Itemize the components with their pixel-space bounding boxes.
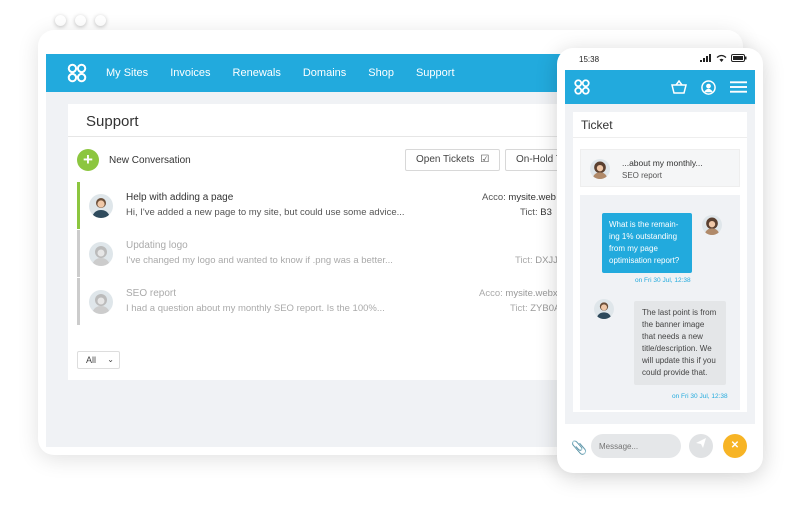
- brand-logo-icon[interactable]: [66, 62, 88, 84]
- phone-top-navigation: [565, 70, 755, 104]
- filter-select[interactable]: All ⌄: [77, 351, 120, 369]
- phone-device: 15:38 Ticket ...about my monthly... SEO …: [557, 48, 763, 473]
- customer-avatar-icon: [89, 242, 113, 266]
- ticket-info: Tict: B3: [520, 207, 552, 218]
- agent-avatar-icon: [594, 299, 614, 319]
- ticket-id: B3: [540, 207, 552, 218]
- status-time: 15:38: [579, 55, 600, 64]
- nav-renewals[interactable]: Renewals: [233, 67, 281, 79]
- nav-invoices[interactable]: Invoices: [170, 67, 210, 79]
- conversation-subject: Updating logo: [126, 240, 188, 251]
- customer-avatar-icon: [702, 215, 722, 235]
- account-value: mysite.webx: [505, 288, 558, 299]
- nav-shop[interactable]: Shop: [368, 67, 394, 79]
- account-label: Acco:: [479, 288, 503, 299]
- paperclip-icon[interactable]: 📎: [571, 440, 587, 456]
- ticket-subject[interactable]: ...about my monthly... SEO report: [580, 149, 740, 187]
- new-conversation-label: New Conversation: [109, 154, 191, 166]
- phone-nav-actions: [671, 79, 755, 95]
- hamburger-menu-icon[interactable]: [730, 80, 747, 94]
- conversation-preview: I've changed my logo and wanted to know …: [126, 255, 393, 266]
- phone-status-bar: 15:38: [557, 48, 763, 68]
- phone-body: Ticket ...about my monthly... SEO report…: [565, 104, 755, 424]
- account-info: Acco: mysite.webx: [479, 288, 558, 299]
- nav-support[interactable]: Support: [416, 67, 455, 79]
- user-account-icon[interactable]: [701, 79, 716, 95]
- close-chat-button[interactable]: ✕: [723, 434, 747, 458]
- conversation-subject: SEO report: [126, 288, 177, 299]
- basket-icon[interactable]: [671, 80, 687, 94]
- nav-menu: My Sites Invoices Renewals Domains Shop …: [106, 67, 477, 79]
- ticket-subject-sub: SEO report: [622, 171, 663, 180]
- customer-avatar-icon: [89, 290, 113, 314]
- ticket-info: Tict: ZYB0A: [510, 303, 560, 314]
- ticket-label: Tict:: [515, 255, 533, 266]
- plus-icon: +: [77, 149, 99, 171]
- window-dot: [55, 15, 66, 26]
- message-input[interactable]: [591, 434, 681, 458]
- window-dot: [75, 15, 86, 26]
- new-conversation-button[interactable]: + New Conversation: [77, 149, 191, 171]
- ticket-card: Ticket ...about my monthly... SEO report…: [573, 112, 747, 412]
- ticket-title: Ticket: [573, 112, 747, 138]
- account-info: Acco: mysite.web: [482, 192, 556, 203]
- brand-logo-icon[interactable]: [573, 78, 591, 96]
- checkbox-checked-icon: ☑: [480, 154, 490, 165]
- signal-icon: [700, 54, 711, 62]
- window-dot: [95, 15, 106, 26]
- status-icons: [700, 54, 747, 62]
- send-icon: [696, 438, 706, 448]
- agent-message-time: on Fri 30 Jul, 12:38: [672, 393, 728, 400]
- customer-avatar-icon: [590, 159, 610, 179]
- ticket-id: ZYB0A: [530, 303, 561, 314]
- ticket-label: Tict:: [510, 303, 528, 314]
- conversation-subject: Help with adding a page: [126, 192, 234, 203]
- agent-avatar-icon: [89, 194, 113, 218]
- customer-message-bubble: What is the remain-ing 1% outstanding fr…: [602, 213, 692, 273]
- message-composer: 📎 ✕: [565, 432, 755, 462]
- wifi-icon: [716, 54, 727, 62]
- chat-thread: What is the remain-ing 1% outstanding fr…: [580, 195, 740, 410]
- tab-open-tickets-label: Open Tickets: [416, 154, 475, 165]
- conversation-preview: I had a question about my monthly SEO re…: [126, 303, 385, 314]
- filter-select-value: All: [86, 355, 97, 365]
- tab-on-hold-label: On-Hold T: [516, 154, 562, 165]
- ticket-subject-line: ...about my monthly...: [622, 158, 703, 168]
- account-value: mysite.web: [508, 192, 556, 203]
- window-dots: [55, 15, 106, 26]
- nav-my-sites[interactable]: My Sites: [106, 67, 148, 79]
- conversation-preview: Hi, I've added a new page to my site, bu…: [126, 207, 405, 218]
- nav-domains[interactable]: Domains: [303, 67, 346, 79]
- account-label: Acco:: [482, 192, 506, 203]
- customer-message-time: on Fri 30 Jul, 12:38: [635, 277, 691, 284]
- battery-icon: [731, 54, 747, 62]
- ticket-label: Tict:: [520, 207, 538, 218]
- agent-message-bubble: The last point is from the banner image …: [634, 301, 726, 385]
- send-button[interactable]: [689, 434, 713, 458]
- chevron-down-icon: ⌄: [107, 355, 114, 364]
- mockup-stage: My Sites Invoices Renewals Domains Shop …: [0, 0, 800, 510]
- tab-open-tickets[interactable]: Open Tickets ☑: [405, 149, 501, 171]
